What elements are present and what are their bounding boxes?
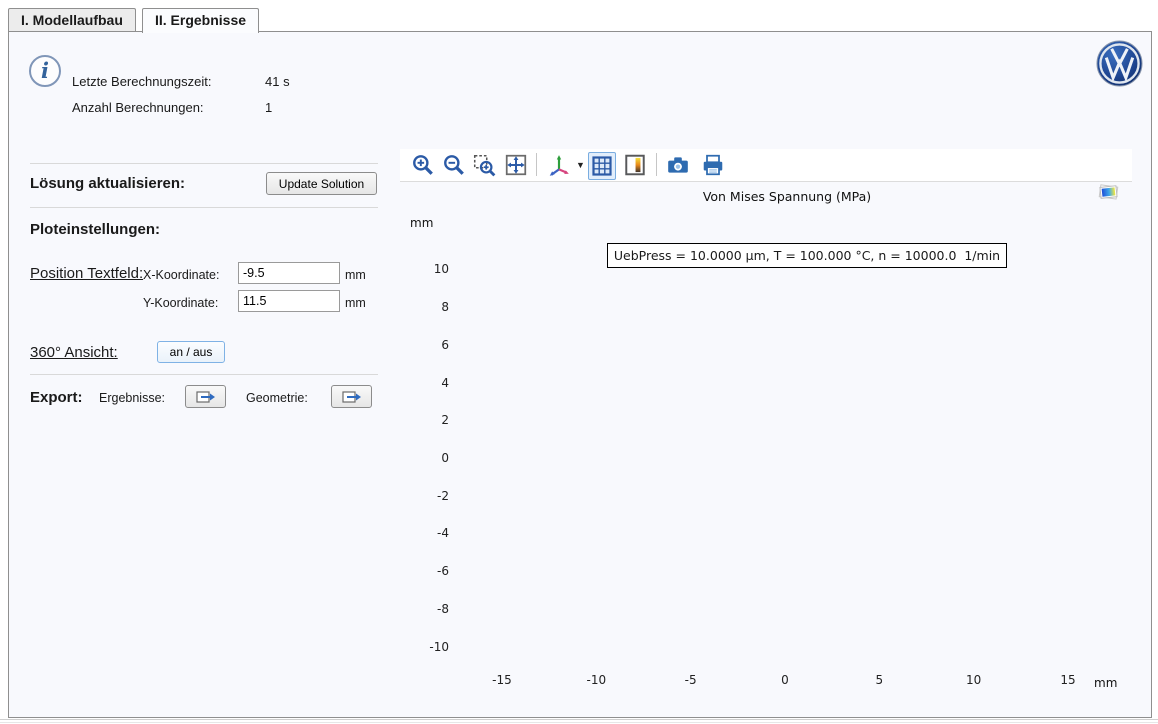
plot-settings-heading: Ploteinstellungen:	[30, 221, 160, 238]
x-coordinate-input[interactable]	[238, 262, 340, 284]
divider	[30, 163, 378, 164]
export-arrow-icon	[196, 390, 216, 404]
svg-text:i: i	[41, 58, 49, 83]
zoom-out-icon	[442, 153, 466, 177]
y-coordinate-label: Y-Koordinate:	[143, 296, 218, 310]
y-tick-label: -10	[419, 640, 449, 654]
x-tick-label: -15	[477, 673, 527, 687]
y-tick-label: -4	[419, 526, 449, 540]
update-solution-label: Lösung aktualisieren:	[30, 175, 185, 192]
y-tick-label: -6	[419, 564, 449, 578]
snapshot-button[interactable]	[665, 152, 691, 178]
update-solution-button[interactable]: Update Solution	[266, 172, 377, 195]
computation-count-value: 1	[265, 100, 272, 115]
divider	[30, 374, 378, 375]
plot-toolbar: ▼	[400, 149, 1132, 182]
y-tick-label: -2	[419, 489, 449, 503]
position-textfield-label: Position Textfeld:	[30, 265, 143, 282]
divider	[30, 207, 378, 208]
x-axis-unit-label: mm	[1094, 676, 1117, 690]
x-tick-label: 5	[854, 673, 904, 687]
y-tick-label: 8	[419, 300, 449, 314]
y-tick-label: 6	[419, 338, 449, 352]
x-tick-label: 15	[1043, 673, 1093, 687]
last-computation-label: Letzte Berechnungszeit:	[72, 74, 211, 89]
view-orientation-button[interactable]	[546, 152, 572, 178]
toolbar-separator	[536, 153, 537, 176]
x-tick-label: 10	[949, 673, 999, 687]
x-tick-label: -10	[571, 673, 621, 687]
plot-thumbnail-icon[interactable]	[1097, 182, 1121, 207]
zoom-extents-button[interactable]	[503, 152, 529, 178]
view-360-label: 360° Ansicht:	[30, 344, 118, 361]
window-bottom-edge	[0, 719, 1158, 720]
zoom-to-selection-button[interactable]	[471, 152, 497, 178]
export-heading: Export:	[30, 389, 83, 406]
zoom-to-selection-icon	[472, 153, 496, 177]
vw-logo	[1096, 40, 1143, 92]
y-coordinate-input[interactable]	[238, 290, 340, 312]
tab-ergebnisse[interactable]: II. Ergebnisse	[142, 8, 259, 33]
computation-count-label: Anzahl Berechnungen:	[72, 100, 204, 115]
x-tick-label: 0	[760, 673, 810, 687]
y-tick-label: -8	[419, 602, 449, 616]
view-360-toggle-button[interactable]: an / aus	[157, 341, 225, 363]
x-coordinate-label: X-Koordinate:	[143, 268, 219, 282]
print-button[interactable]	[700, 152, 726, 178]
y-tick-label: 4	[419, 376, 449, 390]
y-tick-label: 10	[419, 262, 449, 276]
plot-title: Von Mises Spannung (MPa)	[637, 189, 937, 204]
export-results-button[interactable]	[185, 385, 226, 408]
zoom-in-icon	[411, 153, 435, 177]
toolbar-separator	[656, 153, 657, 176]
app-window: I. Modellaufbau II. Ergebnisse i Letzte …	[0, 0, 1158, 724]
window-bottom-edge	[0, 722, 1158, 723]
y-tick-label: 0	[419, 451, 449, 465]
export-results-label: Ergebnisse:	[99, 391, 165, 405]
export-geometry-button[interactable]	[331, 385, 372, 408]
color-legend-toggle-button[interactable]	[622, 152, 648, 178]
info-icon: i	[28, 54, 62, 93]
last-computation-value: 41 s	[265, 74, 290, 89]
export-arrow-icon	[342, 390, 362, 404]
color-legend-icon	[623, 153, 647, 177]
zoom-out-button[interactable]	[441, 152, 467, 178]
tab-modellaufbau[interactable]: I. Modellaufbau	[8, 8, 136, 32]
x-tick-label: -5	[666, 673, 716, 687]
y-axis-unit-label: mm	[410, 216, 433, 230]
export-geometry-label: Geometrie:	[246, 391, 308, 405]
x-unit-label: mm	[345, 268, 366, 282]
grid-toggle-button[interactable]	[588, 152, 616, 180]
view-orientation-dropdown-caret[interactable]: ▼	[576, 160, 585, 170]
plot-annotation: UebPress = 10.0000 µm, T = 100.000 °C, n…	[607, 243, 1007, 268]
camera-icon	[666, 153, 690, 177]
view-orientation-icon	[547, 153, 571, 177]
zoom-in-button[interactable]	[410, 152, 436, 178]
y-unit-label: mm	[345, 296, 366, 310]
grid-icon	[591, 155, 613, 177]
y-tick-label: 2	[419, 413, 449, 427]
zoom-extents-icon	[504, 153, 528, 177]
printer-icon	[701, 153, 725, 177]
